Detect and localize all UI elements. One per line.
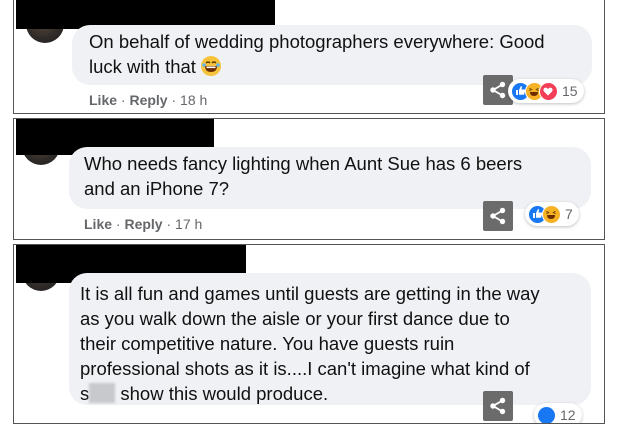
- comment-line: It is all fun and games until guests are…: [80, 283, 540, 304]
- share-icon: [489, 397, 507, 415]
- comment-panel-3: It is all fun and games until guests are…: [13, 244, 605, 424]
- comment-line: and an iPhone 7?: [84, 178, 229, 199]
- comment-line: luck with that: [89, 56, 196, 77]
- separator: ·: [121, 92, 126, 108]
- comment-text: On behalf of wedding photographers every…: [89, 29, 545, 79]
- share-icon: [489, 207, 507, 225]
- timestamp[interactable]: 18 h: [180, 92, 207, 108]
- comment-line: professional shots as it is....I can't i…: [80, 358, 530, 379]
- comment-text: Who needs fancy lighting when Aunt Sue h…: [84, 151, 522, 201]
- share-button[interactable]: [483, 391, 513, 421]
- comment-line: Who needs fancy lighting when Aunt Sue h…: [84, 153, 522, 174]
- separator: ·: [116, 216, 121, 232]
- comment-actions: Like · Reply · 18 h: [89, 92, 207, 108]
- haha-reaction-icon: [542, 205, 561, 224]
- reaction-count: 12: [560, 407, 576, 423]
- comment-actions: Like · Reply · 17 h: [84, 216, 202, 232]
- separator: ·: [171, 92, 176, 108]
- comment-line: s: [80, 383, 89, 404]
- like-link[interactable]: Like: [89, 92, 117, 108]
- separator: ·: [166, 216, 171, 232]
- comment-line: as you walk down the aisle or your first…: [80, 308, 510, 329]
- reply-link[interactable]: Reply: [124, 216, 162, 232]
- reaction-summary[interactable]: 7: [525, 202, 579, 226]
- comment-line: On behalf of wedding photographers every…: [89, 31, 545, 52]
- laughing-emoji-icon: [201, 56, 221, 76]
- comment-line: show this would produce.: [115, 383, 328, 404]
- share-icon: [489, 81, 507, 99]
- heart-reaction-icon: [539, 82, 558, 101]
- share-button[interactable]: [483, 201, 513, 231]
- reaction-count: 15: [562, 83, 578, 99]
- reaction-summary[interactable]: 15: [508, 79, 584, 103]
- comment-text: It is all fun and games until guests are…: [80, 281, 540, 406]
- reply-link[interactable]: Reply: [129, 92, 167, 108]
- timestamp[interactable]: 17 h: [175, 216, 202, 232]
- reaction-count: 7: [565, 206, 573, 222]
- comment-panel-2: Who needs fancy lighting when Aunt Sue h…: [13, 118, 605, 240]
- like-link[interactable]: Like: [84, 216, 112, 232]
- censored-word: [89, 383, 115, 403]
- comment-panel-1: On behalf of wedding photographers every…: [13, 0, 605, 114]
- comment-line: their competitive nature. You have guest…: [80, 333, 454, 354]
- like-reaction-icon: [537, 406, 556, 424]
